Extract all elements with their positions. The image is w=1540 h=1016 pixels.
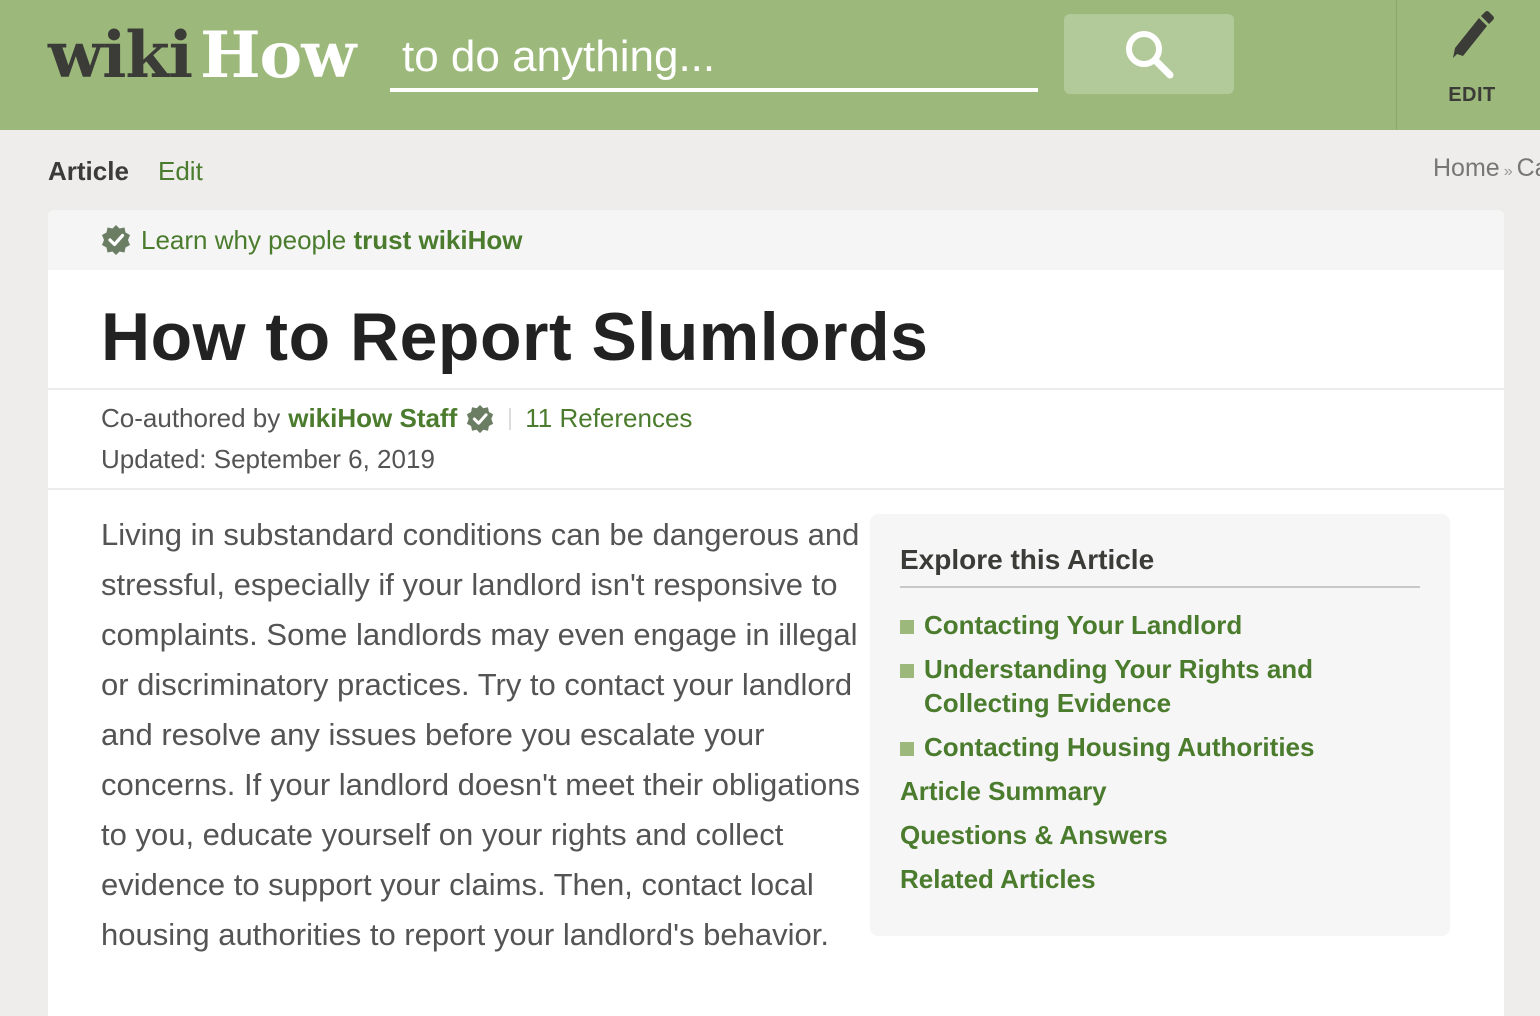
toc-section-link[interactable]: Understanding Your Rights and Collecting… (924, 652, 1344, 720)
coauthor-prefix: Co-authored by (101, 403, 281, 433)
toc-divider (900, 586, 1420, 588)
toc-link[interactable]: Questions & Answers (900, 820, 1168, 851)
edit-button[interactable]: EDIT (1396, 0, 1540, 130)
edit-label: EDIT (1448, 84, 1496, 106)
site-header: wikiHow EDIT (0, 0, 1540, 130)
toc-bullet-icon (900, 620, 914, 634)
breadcrumb: Home»Ca (1433, 154, 1540, 183)
breadcrumb-separator: » (1503, 163, 1513, 180)
wikihow-logo[interactable]: wiki How (48, 18, 356, 93)
search-button[interactable] (1064, 14, 1234, 94)
toc-section-link[interactable]: Contacting Your Landlord (924, 608, 1242, 642)
breadcrumb-category[interactable]: Ca (1517, 154, 1540, 182)
references-link[interactable]: 11 References (525, 403, 692, 434)
trust-bar[interactable]: Learn why people trust wikiHow (48, 210, 1504, 270)
logo-wiki-text: wiki (48, 18, 193, 93)
toc-link[interactable]: Article Summary (900, 776, 1107, 807)
verified-badge-icon (102, 225, 130, 255)
trust-bold: trust wikiHow (353, 225, 523, 255)
logo-how-text: How (200, 18, 356, 93)
verified-badge-icon (467, 404, 494, 433)
trust-prefix: Learn why people (141, 225, 354, 255)
updated-date: Updated: September 6, 2019 (101, 444, 435, 474)
table-of-contents: Explore this Article Contacting Your Lan… (870, 514, 1450, 936)
toc-title: Explore this Article (900, 544, 1155, 575)
separator (509, 407, 512, 430)
author-line: Co-authored by wikiHow Staff 11 Referenc… (101, 403, 692, 434)
pencil-icon (1453, 11, 1494, 58)
article-title: How to Report Slumlords (101, 299, 929, 375)
divider (48, 388, 1504, 390)
toc-section-link[interactable]: Contacting Housing Authorities (924, 730, 1314, 764)
tab-article[interactable]: Article (48, 156, 129, 187)
search-input[interactable] (390, 26, 1038, 92)
author-link[interactable]: wikiHow Staff (288, 403, 457, 434)
trust-link[interactable]: Learn why people trust wikiHow (141, 225, 523, 256)
divider (48, 488, 1504, 490)
toc-link[interactable]: Related Articles (900, 864, 1096, 895)
search-icon (1126, 31, 1174, 79)
toc-bullet-icon (900, 742, 914, 756)
tab-edit[interactable]: Edit (158, 156, 203, 187)
article-card: Learn why people trust wikiHow How to Re… (48, 210, 1504, 1016)
article-intro: Living in substandard conditions can be … (101, 517, 860, 952)
breadcrumb-home[interactable]: Home (1433, 154, 1500, 182)
toc-bullet-icon (900, 664, 914, 678)
